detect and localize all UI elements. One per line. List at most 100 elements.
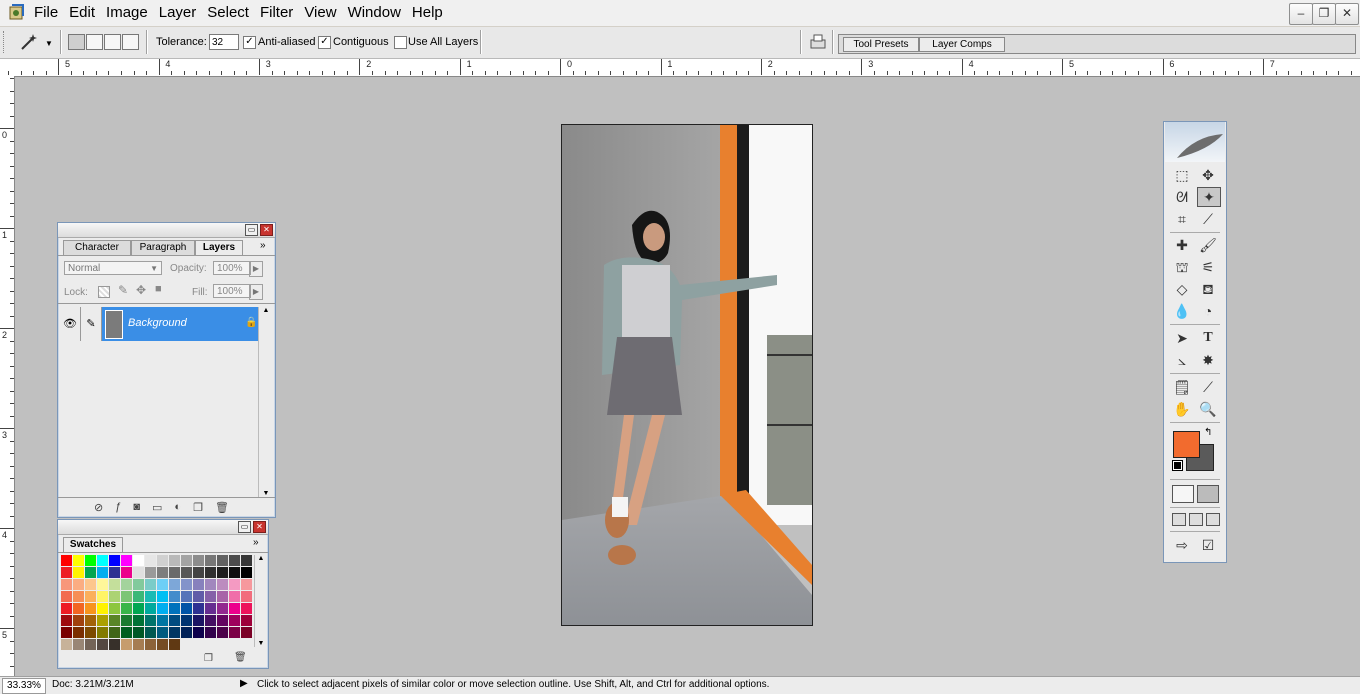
swap-colors-icon[interactable]: ↰ [1204, 427, 1212, 438]
brush-icon[interactable]: 🖌 [1198, 236, 1218, 254]
color-swatch[interactable] [193, 591, 204, 602]
full-screen-mode-button[interactable] [1206, 513, 1220, 526]
menu-item-view[interactable]: View [304, 3, 344, 23]
color-swatch[interactable] [61, 591, 72, 602]
color-swatch[interactable] [193, 615, 204, 626]
path-selection-icon[interactable]: ➤ [1172, 329, 1192, 347]
color-swatch[interactable] [133, 591, 144, 602]
panel-close-icon[interactable]: ✕ [253, 521, 266, 533]
contiguous-checkbox[interactable]: ✓ [318, 36, 331, 49]
color-swatch[interactable] [145, 591, 156, 602]
color-swatch[interactable] [241, 615, 252, 626]
status-arrow-icon[interactable]: ▶ [240, 678, 248, 689]
color-swatch[interactable] [145, 615, 156, 626]
color-swatch[interactable] [217, 591, 228, 602]
color-swatch[interactable] [97, 591, 108, 602]
lock-brush-icon[interactable]: ✎ [118, 283, 128, 297]
add-selection-button[interactable] [86, 34, 103, 50]
color-swatch[interactable] [73, 591, 84, 602]
link-layers-icon[interactable]: ⊘ [94, 501, 103, 514]
tool-preset-dropdown-icon[interactable]: ▼ [45, 39, 53, 48]
zoom-icon[interactable]: 🔍 [1198, 400, 1218, 418]
color-swatch[interactable] [157, 567, 168, 578]
use-all-layers-checkbox[interactable] [394, 36, 407, 49]
color-swatch[interactable] [73, 567, 84, 578]
color-swatch[interactable] [61, 555, 72, 566]
color-swatch[interactable] [205, 591, 216, 602]
color-swatch[interactable] [73, 627, 84, 638]
color-swatch[interactable] [205, 579, 216, 590]
color-swatch[interactable] [241, 591, 252, 602]
color-swatch[interactable] [73, 615, 84, 626]
color-swatch[interactable] [121, 591, 132, 602]
color-swatch[interactable] [133, 579, 144, 590]
color-swatch[interactable] [121, 615, 132, 626]
color-swatch[interactable] [193, 555, 204, 566]
color-swatch[interactable] [229, 603, 240, 614]
swatches-scrollbar[interactable]: ▲ ▼ [254, 555, 267, 647]
layer-mask-icon[interactable]: ◙ [133, 501, 140, 514]
color-swatch[interactable] [61, 579, 72, 590]
color-swatch[interactable] [229, 555, 240, 566]
color-swatch[interactable] [109, 579, 120, 590]
color-swatch[interactable] [145, 555, 156, 566]
opacity-arrow-icon[interactable]: ▶ [249, 261, 263, 277]
color-swatch[interactable] [205, 567, 216, 578]
color-swatch[interactable] [241, 567, 252, 578]
color-swatch[interactable] [169, 627, 180, 638]
color-swatch[interactable] [133, 603, 144, 614]
color-swatch[interactable] [157, 627, 168, 638]
menu-item-edit[interactable]: Edit [69, 3, 103, 23]
color-swatch[interactable] [205, 603, 216, 614]
color-swatch[interactable] [121, 555, 132, 566]
color-swatch[interactable] [121, 627, 132, 638]
color-swatch[interactable] [181, 615, 192, 626]
marquee-icon[interactable]: ⬚ [1172, 166, 1192, 184]
color-swatch[interactable] [121, 639, 132, 650]
opacity-input[interactable]: 100% [213, 261, 251, 275]
color-swatch[interactable] [145, 627, 156, 638]
color-swatch[interactable] [181, 567, 192, 578]
color-swatch[interactable] [217, 555, 228, 566]
color-swatch[interactable] [85, 615, 96, 626]
fill-input[interactable]: 100% [213, 284, 251, 298]
layers-scrollbar[interactable]: ▲ ▼ [258, 307, 273, 497]
eyedropper-icon[interactable]: ⟋ [1198, 378, 1218, 396]
paint-bucket-icon[interactable]: ⛾ [1198, 280, 1218, 298]
lock-transparency-icon[interactable] [98, 286, 110, 298]
brush-link-icon[interactable]: ✎ [81, 307, 102, 341]
eye-icon[interactable]: 👁 [60, 307, 81, 341]
color-swatch[interactable] [169, 567, 180, 578]
color-swatch[interactable] [193, 627, 204, 638]
color-swatch[interactable] [217, 579, 228, 590]
hand-icon[interactable]: ✋ [1172, 400, 1192, 418]
panel-menu-icon[interactable]: » [260, 240, 266, 251]
toolbox-header[interactable] [1165, 122, 1225, 162]
color-swatch[interactable] [181, 591, 192, 602]
document-canvas[interactable] [561, 124, 813, 626]
printer-icon[interactable] [808, 32, 828, 52]
tab-character[interactable]: Character [63, 240, 131, 255]
color-swatch[interactable] [217, 615, 228, 626]
full-screen-menu-mode-button[interactable] [1189, 513, 1203, 526]
default-colors-icon[interactable] [1172, 460, 1183, 471]
lock-move-icon[interactable]: ✥ [136, 283, 146, 297]
lock-all-icon[interactable]: ■ [155, 283, 162, 295]
edit-check-icon[interactable]: ☑ [1198, 536, 1218, 554]
menu-item-file[interactable]: File [34, 3, 66, 23]
color-swatch[interactable] [145, 639, 156, 650]
color-swatch[interactable] [109, 603, 120, 614]
anti-aliased-checkbox[interactable]: ✓ [243, 36, 256, 49]
new-group-icon[interactable]: ▭ [152, 501, 162, 514]
crop-icon[interactable]: ⌗ [1172, 210, 1192, 228]
color-swatch[interactable] [229, 567, 240, 578]
healing-brush-icon[interactable]: ✚ [1172, 236, 1192, 254]
menu-item-help[interactable]: Help [412, 3, 451, 23]
photoshop-app-icon[interactable] [8, 3, 26, 21]
move-tool-icon[interactable]: ✥ [1198, 166, 1218, 184]
color-swatch[interactable] [217, 627, 228, 638]
color-swatch[interactable] [157, 579, 168, 590]
color-swatch[interactable] [229, 579, 240, 590]
color-swatch[interactable] [205, 615, 216, 626]
color-swatch[interactable] [85, 627, 96, 638]
